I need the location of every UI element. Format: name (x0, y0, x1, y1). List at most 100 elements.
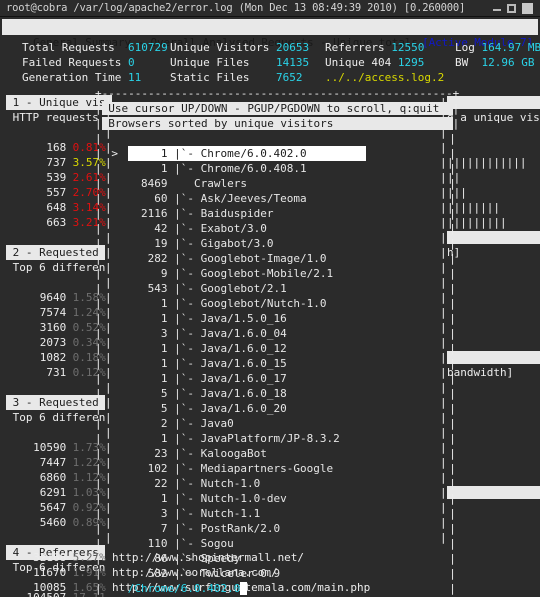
summary-stat-value: 20653 (275, 41, 310, 54)
popup-list-item[interactable]: 282 |`- Googlebot-Image/1.0 (128, 251, 327, 266)
popup-list-item[interactable]: 5 |`- Java/1.6.0_20 (128, 401, 287, 416)
right-module-title-3[interactable] (447, 351, 540, 364)
module-subtitle-3: Top 6 differen (6, 411, 106, 424)
popup-list-item[interactable]: 60 |`- Ask/Jeeves/Teoma (128, 191, 306, 206)
module-hits-1-2: 539 (0, 171, 67, 184)
right-module-title-1[interactable] (447, 96, 540, 109)
popup-border: | (449, 492, 456, 505)
popup-list-item[interactable]: 1 |`- Chrome/6.0.402.0 (127, 146, 367, 161)
popup-border: | (449, 522, 456, 535)
popup-border: | (449, 552, 456, 565)
popup-border: | (95, 237, 102, 250)
popup-border: | (449, 417, 456, 430)
popup-border: | (95, 507, 102, 520)
popup-list-item[interactable]: 23 |`- KaloogaBot (128, 446, 267, 461)
summary-stat-value: 610729 (127, 41, 168, 54)
popup-border: | (449, 387, 456, 400)
window-titlebar: root@cobra /var/log/apache2/error.log (M… (0, 0, 540, 17)
right-bar-row-4: ||||||||| (447, 216, 507, 229)
popup-border: | (95, 297, 102, 310)
popup-list-item[interactable]: 110 |`- Sogou (128, 536, 234, 551)
popup-list-item[interactable]: 8469 Crawlers (128, 176, 247, 191)
popup-border: | (95, 447, 102, 460)
popup-border: | (449, 447, 456, 460)
popup-border: | (449, 327, 456, 340)
popup-border: | (95, 192, 102, 205)
popup-list-item[interactable]: 5 |`- Java/1.6.0_18 (128, 386, 287, 401)
popup-list-item[interactable]: 1 |`- Nutch-1.0-dev (128, 491, 287, 506)
popup-list-item[interactable]: 102 |`- Mediapartners-Google (128, 461, 333, 476)
popup-list-item[interactable]: 1 |`- Java/1.6.0_12 (128, 341, 287, 356)
popup-list-item[interactable]: 1 |`- Googlebot/Nutch-1.0 (128, 296, 327, 311)
popup-list-item[interactable]: 543 |`- Googlebot/2.1 (128, 281, 287, 296)
popup-cursor-icon: > (111, 147, 119, 160)
popup-border: | (449, 537, 456, 550)
popup-border: | (449, 402, 456, 415)
summary-stat-row: Unique Files 14135 (170, 55, 309, 70)
popup-border: | (95, 402, 102, 415)
popup-border: | (449, 477, 456, 490)
summary-stat-label: Generation Time (22, 71, 128, 84)
popup-border: | (95, 102, 102, 115)
popup-border: | (449, 342, 456, 355)
module-hits-1-1: 737 (0, 156, 67, 169)
module-hits-1-0: 168 (0, 141, 67, 154)
popup-list-item[interactable]: 1 |`- Java/1.6.0_17 (128, 371, 287, 386)
summary-stat-value: 7652 (275, 71, 303, 84)
popup-list-item[interactable]: 7 |`- PostRank/2.0 (128, 521, 280, 536)
module-title-2[interactable]: 2 - Requested (6, 245, 106, 260)
maximize-icon[interactable] (507, 3, 516, 13)
module-hits-1-5: 663 (0, 216, 67, 229)
close-icon[interactable] (522, 2, 533, 14)
module-hits-2-2: 3160 (0, 321, 67, 334)
popup-border: | (95, 282, 102, 295)
module-hits-1-4: 648 (0, 201, 67, 214)
module-hits-2-0: 9640 (0, 291, 67, 304)
summary-stat-row: Log 164.97 MB (455, 40, 540, 55)
popup-help-row: | Use cursor UP/DOWN - PGUP/PGDOWN to sc… (95, 101, 459, 116)
popup-list-item[interactable]: 22 |`- Nutch-1.0 (128, 476, 260, 491)
right-module-title-4[interactable] (447, 486, 540, 499)
summary-stat-label: Unique Files (170, 56, 276, 69)
popup-list-item[interactable]: 42 |`- Exabot/3.0 (128, 221, 267, 236)
popup-border: | (95, 222, 102, 235)
popup-border: | (449, 297, 456, 310)
summary-stat-row: BW 12.96 GB (455, 55, 534, 70)
summary-stat-label: Unique Visitors (170, 41, 276, 54)
popup-list-item[interactable]: 86 |`- Speedy (128, 551, 240, 566)
module-hits-3-1: 7447 (0, 456, 67, 469)
popup-list-item[interactable]: 3 |`- Nutch-1.1 (128, 506, 260, 521)
popup-border: | (449, 237, 456, 250)
popup-list-item[interactable]: 19 |`- Gigabot/3.0 (128, 236, 273, 251)
popup-border: | (449, 192, 456, 205)
popup-list-item[interactable]: 2 |`- Java0 (128, 416, 234, 431)
popup-border: | (95, 207, 102, 220)
popup-list-item[interactable]: 3 |`- Java/1.6.0_04 (128, 326, 287, 341)
popup-border: | (449, 207, 456, 220)
popup-list-item[interactable]: 1 |`- Java/1.6.0_15 (128, 356, 287, 371)
summary-stat-label: Failed Requests (22, 56, 128, 69)
summary-stat-value: 164.97 MB (481, 41, 540, 54)
popup-border: | (95, 342, 102, 355)
popup-list-item[interactable]: 1 |`- JavaPlatform/JP-8.3.2 (128, 431, 340, 446)
right-panel-separator: | (440, 531, 447, 544)
popup-border: | (449, 357, 456, 370)
module-hits-3-2: 6860 (0, 471, 67, 484)
summary-stat-row: Unique 404 1295 (325, 55, 424, 70)
summary-stat-row: Total Requests 610729 (22, 40, 168, 55)
popup-border: | (95, 357, 102, 370)
popup-list-item[interactable]: 1 |`- Java/1.5.0_16 (128, 311, 287, 326)
popup-border: | (95, 417, 102, 430)
popup-border: | (95, 522, 102, 535)
active-module-bar: [Active Module 7] General Summary - Overa… (2, 19, 538, 49)
module-hits-3-4: 5647 (0, 501, 67, 514)
browsers-popup-dialog[interactable]: +---------------------------------------… (95, 86, 459, 595)
module-hits-3-0: 10590 (0, 441, 67, 454)
popup-list-item[interactable]: 2116 |`- Baiduspider (128, 206, 273, 221)
minimize-icon[interactable] (493, 9, 501, 11)
popup-list-item[interactable]: 1 |`- Chrome/6.0.408.1 (128, 161, 307, 176)
popup-list-item[interactable]: 9 |`- Googlebot-Mobile/2.1 (128, 266, 333, 281)
module-title-3[interactable]: 3 - Requested (6, 395, 106, 410)
summary-stat-value: 1295 (397, 56, 425, 69)
right-module-title-2[interactable] (447, 231, 540, 244)
